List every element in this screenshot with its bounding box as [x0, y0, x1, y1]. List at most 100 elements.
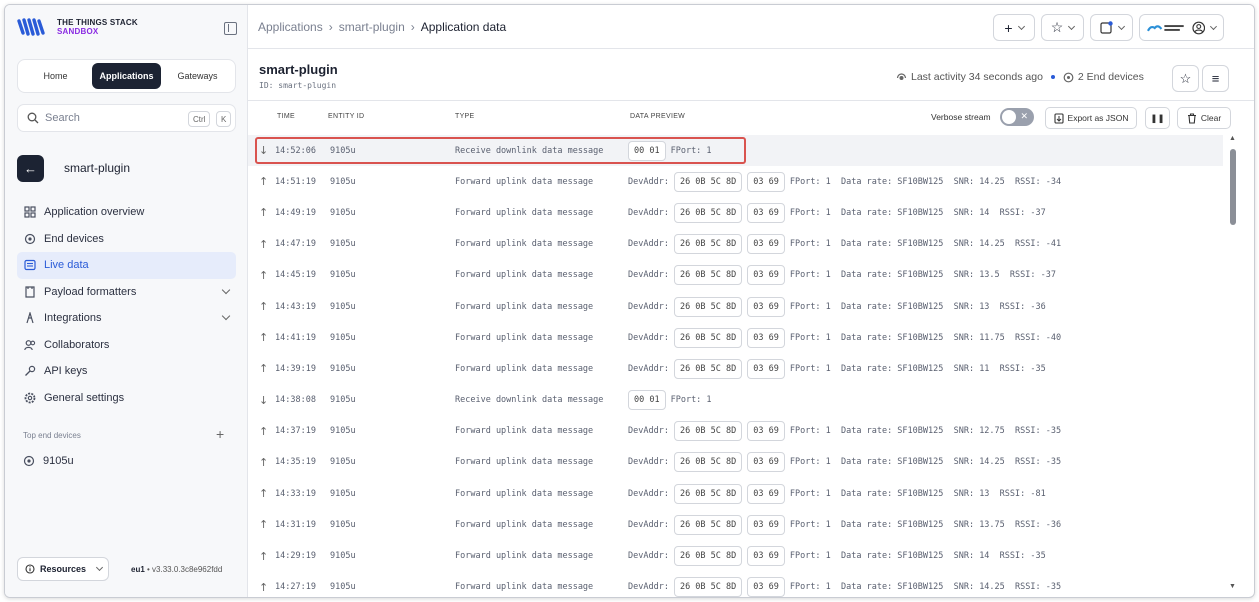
favorite-button[interactable]: ☆ [1172, 65, 1199, 92]
event-row[interactable]: ↑ 14:51:19 9105u Forward uplink data messag… [248, 166, 1223, 197]
payload-chip[interactable]: 03 69 [747, 358, 785, 379]
devaddr-chip[interactable]: 26 0B 5C 8D [673, 234, 743, 255]
devaddr-chip[interactable]: 26 0B 5C 8D [673, 483, 743, 504]
event-row[interactable]: ↑ 14:35:19 9105u Forward uplink data messag… [248, 447, 1223, 478]
sidebar-item-end-devices[interactable]: End devices [17, 226, 236, 253]
payload-chip[interactable]: 03 69 [747, 234, 785, 255]
event-row[interactable]: ↑ 14:43:19 9105u Forward uplink data messag… [248, 291, 1223, 322]
breadcrumb-smart-plugin[interactable]: smart-plugin [339, 20, 405, 34]
more-menu-button[interactable]: ≡ [1202, 65, 1229, 92]
payload-chip[interactable]: 03 69 [747, 327, 785, 348]
arrow-up-icon: ↑ [259, 268, 269, 282]
event-row[interactable]: ↑ 14:49:19 9105u Forward uplink data messag… [248, 197, 1223, 228]
devaddr-chip[interactable]: 26 0B 5C 8D [673, 327, 743, 348]
devaddr-chip[interactable]: 26 0B 5C 8D [673, 171, 743, 192]
breadcrumb-applications[interactable]: Applications [258, 20, 323, 34]
payload-chip[interactable]: 03 69 [747, 546, 785, 567]
tab-applications[interactable]: Applications [92, 63, 161, 89]
payload-chip[interactable]: 00 01 [628, 390, 666, 411]
payload-chip[interactable]: 03 69 [747, 483, 785, 504]
devaddr-chip[interactable]: 26 0B 5C 8D [673, 296, 743, 317]
star-icon: ☆ [1050, 19, 1064, 35]
devaddr-chip[interactable]: 26 0B 5C 8D [673, 202, 743, 223]
chevron-down-icon [221, 311, 231, 321]
tab-gateways[interactable]: Gateways [163, 63, 232, 89]
back-button[interactable]: ← [17, 155, 44, 182]
event-row[interactable]: ↑ 14:33:19 9105u Forward uplink data messag… [248, 478, 1223, 509]
devaddr-chip[interactable]: 26 0B 5C 8D [673, 514, 743, 535]
export-json-button[interactable]: Export as JSON [1045, 107, 1137, 129]
payload-chip[interactable]: 03 69 [747, 296, 785, 317]
devaddr-chip[interactable]: 26 0B 5C 8D [673, 577, 743, 597]
scrollbar-thumb[interactable] [1230, 149, 1236, 225]
pause-button[interactable]: ❚❚ [1145, 107, 1170, 129]
col-time: TIME [277, 113, 295, 120]
devaddr-chip[interactable]: 26 0B 5C 8D [673, 421, 743, 442]
event-meta: FPort: 1 Data rate: SF10BW125 SNR: 12.75… [789, 426, 1062, 437]
event-meta: FPort: 1 Data rate: SF10BW125 SNR: 14 RS… [789, 207, 1046, 218]
sidebar-item-api-keys[interactable]: API keys [17, 358, 236, 385]
payload-chip[interactable]: 03 69 [747, 514, 785, 535]
sidebar-device-item[interactable]: 9105u [23, 455, 74, 467]
event-row[interactable]: ↑ 14:47:19 9105u Forward uplink data messag… [248, 229, 1223, 260]
payload-chip[interactable]: 03 69 [747, 171, 785, 192]
event-type: Forward uplink data message [455, 239, 594, 250]
clear-label: Clear [1200, 113, 1222, 123]
event-type: Forward uplink data message [455, 363, 594, 374]
plus-icon[interactable]: + [216, 426, 224, 442]
event-row[interactable]: ↑ 14:29:19 9105u Forward uplink data messag… [248, 540, 1223, 571]
event-entity-id: 9105u [330, 519, 356, 530]
devaddr-chip[interactable]: 26 0B 5C 8D [673, 358, 743, 379]
event-row[interactable]: ↓ 14:38:08 9105u Receive downlink data mess… [248, 385, 1223, 416]
tab-home[interactable]: Home [21, 63, 90, 89]
bookmarks-button[interactable]: ☆ [1041, 14, 1084, 41]
sidebar-collapse-icon[interactable] [224, 22, 237, 35]
event-entity-id: 9105u [330, 457, 356, 468]
payload-chip[interactable]: 00 01 [628, 140, 666, 161]
payload-chip[interactable]: 03 69 [747, 452, 785, 473]
event-row[interactable]: ↓ 14:52:06 9105u Receive downlink data mess… [248, 135, 1223, 167]
devaddr-chip[interactable]: 26 0B 5C 8D [673, 452, 743, 473]
event-row[interactable]: ↑ 14:37:19 9105u Forward uplink data messag… [248, 416, 1223, 447]
devaddr-chip[interactable]: 26 0B 5C 8D [673, 546, 743, 567]
event-row[interactable]: ↑ 14:31:19 9105u Forward uplink data messag… [248, 509, 1223, 540]
payload-chip[interactable]: 03 69 [747, 577, 785, 597]
event-row[interactable]: ↑ 14:41:19 9105u Forward uplink data messag… [248, 322, 1223, 353]
plus-icon: + [1004, 19, 1013, 36]
event-row[interactable]: ↑ 14:39:19 9105u Forward uplink data messag… [248, 353, 1223, 384]
verbose-toggle[interactable]: ✕ [1000, 108, 1034, 126]
sidebar-item-payload-formatters[interactable]: Payload formatters [17, 279, 236, 306]
devaddr-chip[interactable]: 26 0B 5C 8D [673, 265, 743, 286]
main-nav-segment: Home Applications Gateways [17, 59, 236, 93]
resources-button[interactable]: Resources [17, 557, 109, 581]
sidebar-search[interactable]: Search Ctrl K [17, 104, 236, 132]
payload-chip[interactable]: 03 69 [747, 421, 785, 442]
event-data-preview: DevAddr: 26 0B 5C 8D 03 69 FPort: 1 Data ra… [628, 234, 1061, 255]
sidebar-item-application-overview[interactable]: Application overview [17, 199, 236, 226]
sidebar-item-general-settings[interactable]: General settings [17, 385, 236, 412]
sidebar-item-integrations[interactable]: Integrations [17, 305, 236, 332]
clear-button[interactable]: Clear [1177, 107, 1231, 129]
notifications-button[interactable] [1090, 14, 1133, 41]
trash-icon [1187, 112, 1196, 124]
event-time: 14:52:06 [275, 145, 316, 156]
brand-logo[interactable]: THE THINGS STACK SANDBOX [17, 18, 138, 36]
scrollbar[interactable]: ▲ ▼ [1229, 135, 1237, 590]
event-entity-id: 9105u [330, 426, 356, 437]
arrow-up-icon: ↑ [259, 580, 269, 594]
payload-chip[interactable]: 03 69 [747, 202, 785, 223]
event-type: Forward uplink data message [455, 332, 594, 343]
event-row[interactable]: ↑ 14:45:19 9105u Forward uplink data messag… [248, 260, 1223, 291]
event-row[interactable]: ↑ 14:27:19 9105u Forward uplink data messag… [248, 572, 1223, 597]
arrow-up-icon: ↑ [259, 362, 269, 376]
payload-chip[interactable]: 03 69 [747, 265, 785, 286]
scroll-down-icon[interactable]: ▼ [1229, 583, 1236, 590]
scroll-up-icon[interactable]: ▲ [1229, 135, 1236, 142]
sidebar-item-live-data[interactable]: Live data [17, 252, 236, 279]
event-type: Forward uplink data message [455, 519, 594, 530]
add-menu-button[interactable]: + [993, 14, 1035, 41]
account-menu-button[interactable] [1139, 14, 1224, 41]
event-entity-id: 9105u [330, 239, 356, 250]
sidebar-item-collaborators[interactable]: Collaborators [17, 332, 236, 359]
end-devices-count[interactable]: 2 End devices [1078, 71, 1144, 83]
